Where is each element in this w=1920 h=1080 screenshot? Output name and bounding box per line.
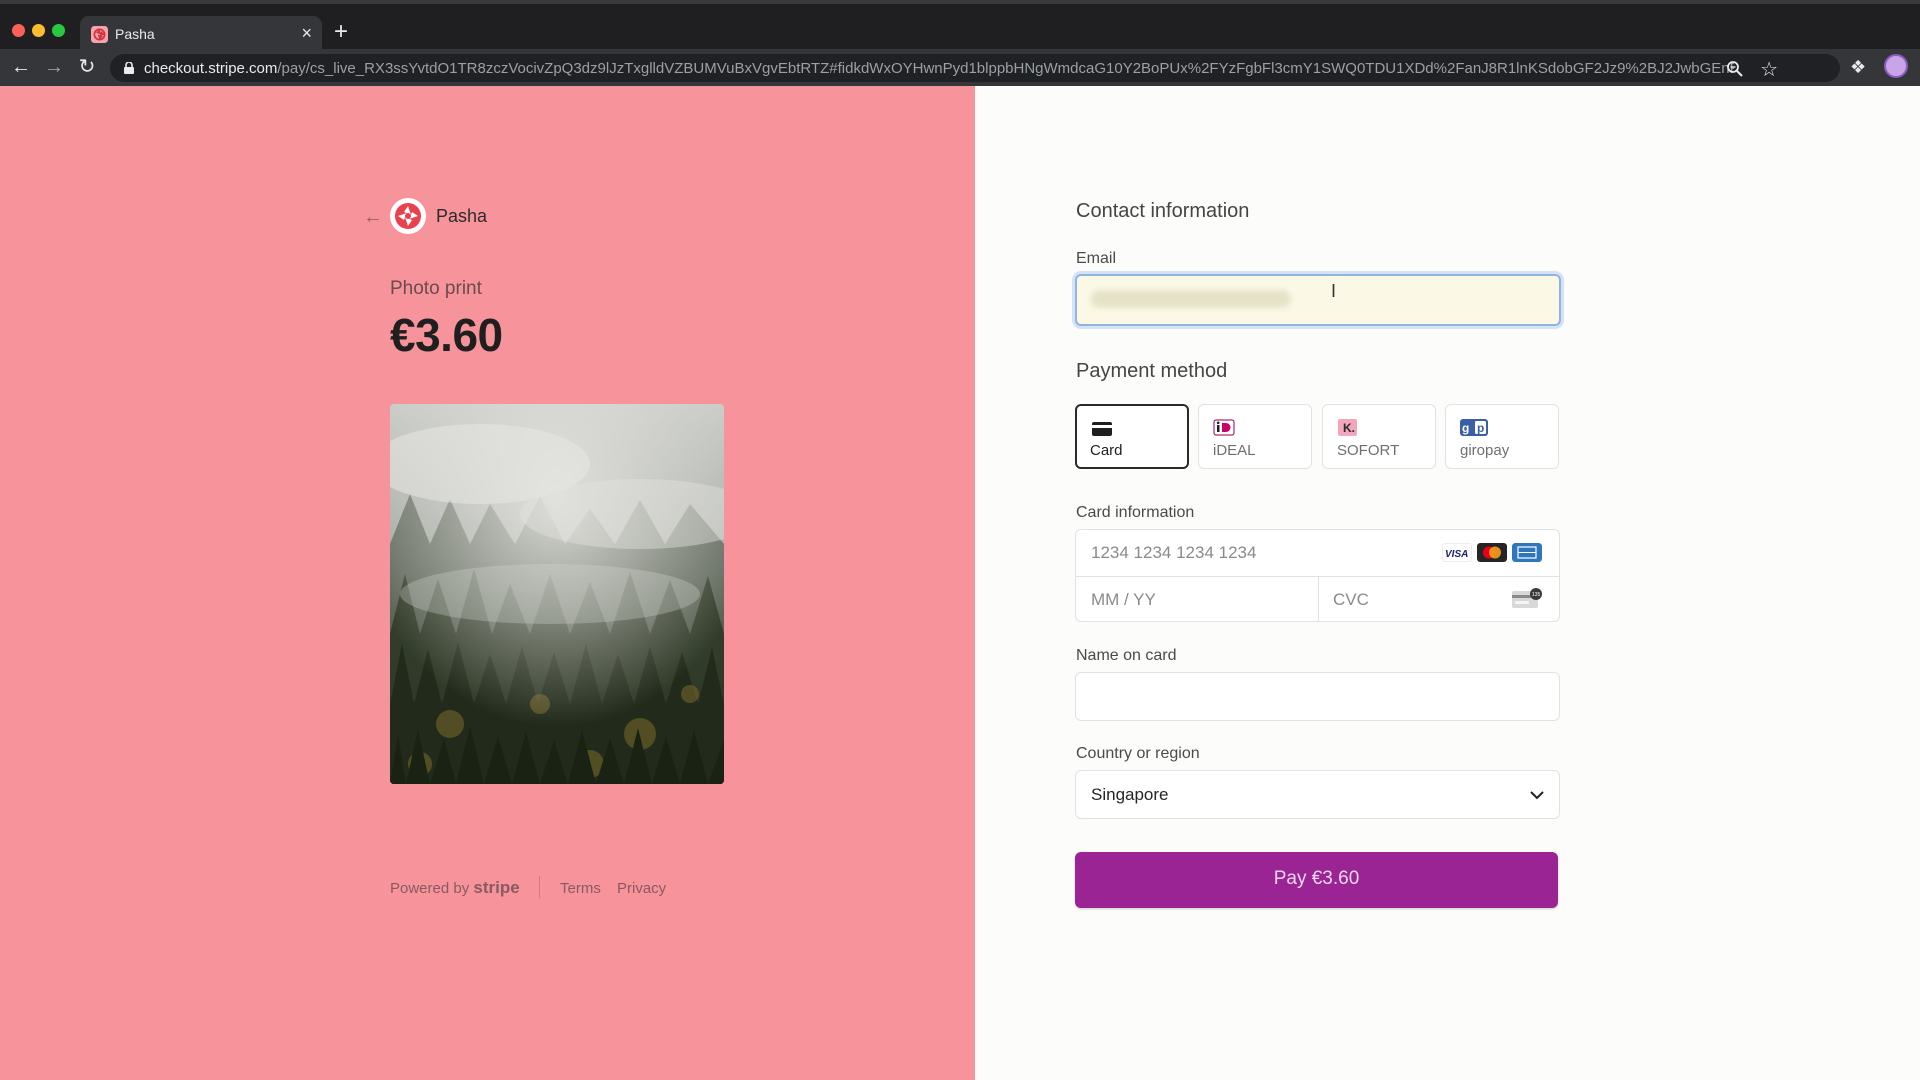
svg-text:135: 135 bbox=[1532, 592, 1541, 598]
name-on-card-input[interactable] bbox=[1075, 672, 1560, 721]
svg-text:VISA: VISA bbox=[1445, 549, 1468, 560]
payment-method-giropay[interactable]: g p giropay bbox=[1445, 404, 1559, 469]
country-label: Country or region bbox=[1076, 745, 1200, 762]
extensions-puzzle-icon[interactable]: ❖ bbox=[1850, 57, 1870, 77]
card-information-group: 1234 1234 1234 1234 VISA MM / YY CVC 135 bbox=[1075, 529, 1560, 622]
text-cursor-icon: I bbox=[1331, 281, 1337, 301]
address-bar[interactable]: checkout.stripe.com/pay/cs_live_RX3ssYvt… bbox=[110, 54, 1840, 82]
product-name: Photo print bbox=[390, 278, 482, 299]
back-arrow-icon[interactable]: ← bbox=[363, 206, 383, 229]
payment-method-label: SOFORT bbox=[1337, 442, 1400, 459]
name-on-card-label: Name on card bbox=[1076, 647, 1177, 664]
country-select[interactable]: Singapore bbox=[1075, 770, 1560, 819]
checkout-page bbox=[0, 86, 1920, 1080]
payment-method-ideal[interactable]: iDEAL bbox=[1198, 404, 1312, 469]
contact-information-heading: Contact information bbox=[1076, 200, 1250, 222]
url-text: checkout.stripe.com/pay/cs_live_RX3ssYvt… bbox=[144, 60, 1734, 77]
maximize-window-button[interactable] bbox=[52, 24, 65, 37]
payment-method-heading: Payment method bbox=[1076, 360, 1228, 382]
tab-title: Pasha bbox=[115, 26, 155, 42]
payment-method-label: iDEAL bbox=[1213, 442, 1256, 459]
svg-text:K.: K. bbox=[1343, 421, 1355, 435]
email-value-blurred bbox=[1091, 290, 1291, 308]
svg-text:g: g bbox=[1462, 421, 1469, 435]
forest-fog-image bbox=[390, 404, 724, 784]
card-number-input[interactable]: 1234 1234 1234 1234 bbox=[1091, 543, 1256, 563]
merchant-logo-icon bbox=[390, 198, 426, 234]
email-field[interactable] bbox=[1075, 274, 1561, 326]
cvc-card-icon: 135 bbox=[1512, 588, 1542, 608]
terms-link[interactable]: Terms bbox=[560, 880, 601, 897]
giropay-icon: g p bbox=[1460, 419, 1488, 436]
visa-icon: VISA bbox=[1442, 543, 1472, 562]
close-window-button[interactable] bbox=[12, 24, 25, 37]
email-label: Email bbox=[1076, 250, 1117, 267]
reload-icon[interactable]: ↻ bbox=[75, 55, 99, 79]
expiry-input[interactable]: MM / YY bbox=[1091, 590, 1156, 610]
cvc-input[interactable]: CVC bbox=[1333, 590, 1369, 610]
browser-tab-strip: Pasha × + bbox=[0, 0, 1920, 53]
browser-tab[interactable]: Pasha × bbox=[80, 16, 322, 53]
merchant-name: Pasha bbox=[436, 206, 488, 226]
card-icon bbox=[1092, 422, 1112, 436]
lock-icon bbox=[124, 62, 134, 74]
tab-close-icon[interactable]: × bbox=[301, 23, 312, 43]
card-field-divider bbox=[1318, 576, 1319, 622]
pay-button-label: Pay €3.60 bbox=[1273, 868, 1360, 889]
new-tab-button[interactable]: + bbox=[334, 20, 348, 44]
svg-text:p: p bbox=[1477, 421, 1484, 435]
chevron-down-icon bbox=[1530, 791, 1544, 800]
payment-method-card[interactable]: Card bbox=[1075, 404, 1189, 469]
sofort-icon: K. bbox=[1338, 419, 1357, 436]
bookmark-star-icon[interactable]: ☆ bbox=[1760, 57, 1778, 82]
country-value: Singapore bbox=[1091, 785, 1169, 804]
product-photo bbox=[390, 404, 724, 784]
pay-button[interactable]: Pay €3.60 bbox=[1075, 852, 1558, 908]
zoom-icon[interactable] bbox=[1726, 60, 1744, 78]
privacy-link[interactable]: Privacy bbox=[617, 880, 666, 897]
amex-icon bbox=[1512, 543, 1542, 562]
merchant-favicon-icon bbox=[91, 26, 108, 43]
profile-avatar[interactable] bbox=[1884, 54, 1908, 78]
minimize-window-button[interactable] bbox=[32, 24, 45, 37]
payment-method-label: giropay bbox=[1460, 442, 1510, 459]
card-information-label: Card information bbox=[1076, 504, 1195, 521]
payment-method-sofort[interactable]: K. SOFORT bbox=[1322, 404, 1436, 469]
back-arrow-icon[interactable]: ← bbox=[9, 55, 33, 79]
payment-method-label: Card bbox=[1090, 442, 1123, 459]
footer-divider bbox=[539, 876, 540, 898]
browser-toolbar: ← → ↻ checkout.stripe.com/pay/cs_live_RX… bbox=[0, 49, 1920, 86]
mastercard-icon bbox=[1477, 543, 1507, 562]
product-price: €3.60 bbox=[390, 309, 503, 361]
powered-by-stripe[interactable]: Powered by stripe bbox=[390, 878, 520, 898]
ideal-icon bbox=[1213, 419, 1235, 436]
stripe-logo: stripe bbox=[473, 878, 520, 897]
forward-arrow-icon[interactable]: → bbox=[42, 55, 66, 79]
